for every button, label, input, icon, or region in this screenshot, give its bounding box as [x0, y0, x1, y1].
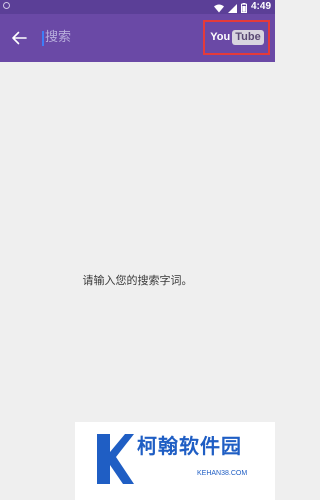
arrow-left-icon [12, 31, 27, 45]
notification-dot-icon [3, 2, 10, 9]
back-button[interactable] [6, 25, 32, 51]
youtube-logo-tube: Tube [232, 30, 264, 45]
status-time: 4:49 [250, 1, 271, 12]
site-watermark: 柯翰软件园 KEHAN38.COM [75, 422, 275, 500]
watermark-title: 柯翰软件园 [137, 434, 242, 458]
kehan-logo-icon [97, 434, 134, 484]
watermark-domain: KEHAN38.COM [197, 470, 248, 477]
text-cursor [42, 30, 44, 46]
app-bar: 搜索 You Tube [0, 14, 275, 62]
status-icons: 4:49 [213, 0, 271, 14]
search-input[interactable]: 搜索 [42, 26, 192, 50]
search-placeholder: 搜索 [45, 30, 72, 45]
youtube-logo-highlight: You Tube [203, 20, 270, 55]
youtube-logo[interactable]: You Tube [209, 30, 264, 45]
empty-search-message: 请输入您的搜索字词。 [82, 274, 193, 287]
status-bar: 4:49 [0, 0, 275, 14]
youtube-logo-you: You [210, 31, 231, 43]
